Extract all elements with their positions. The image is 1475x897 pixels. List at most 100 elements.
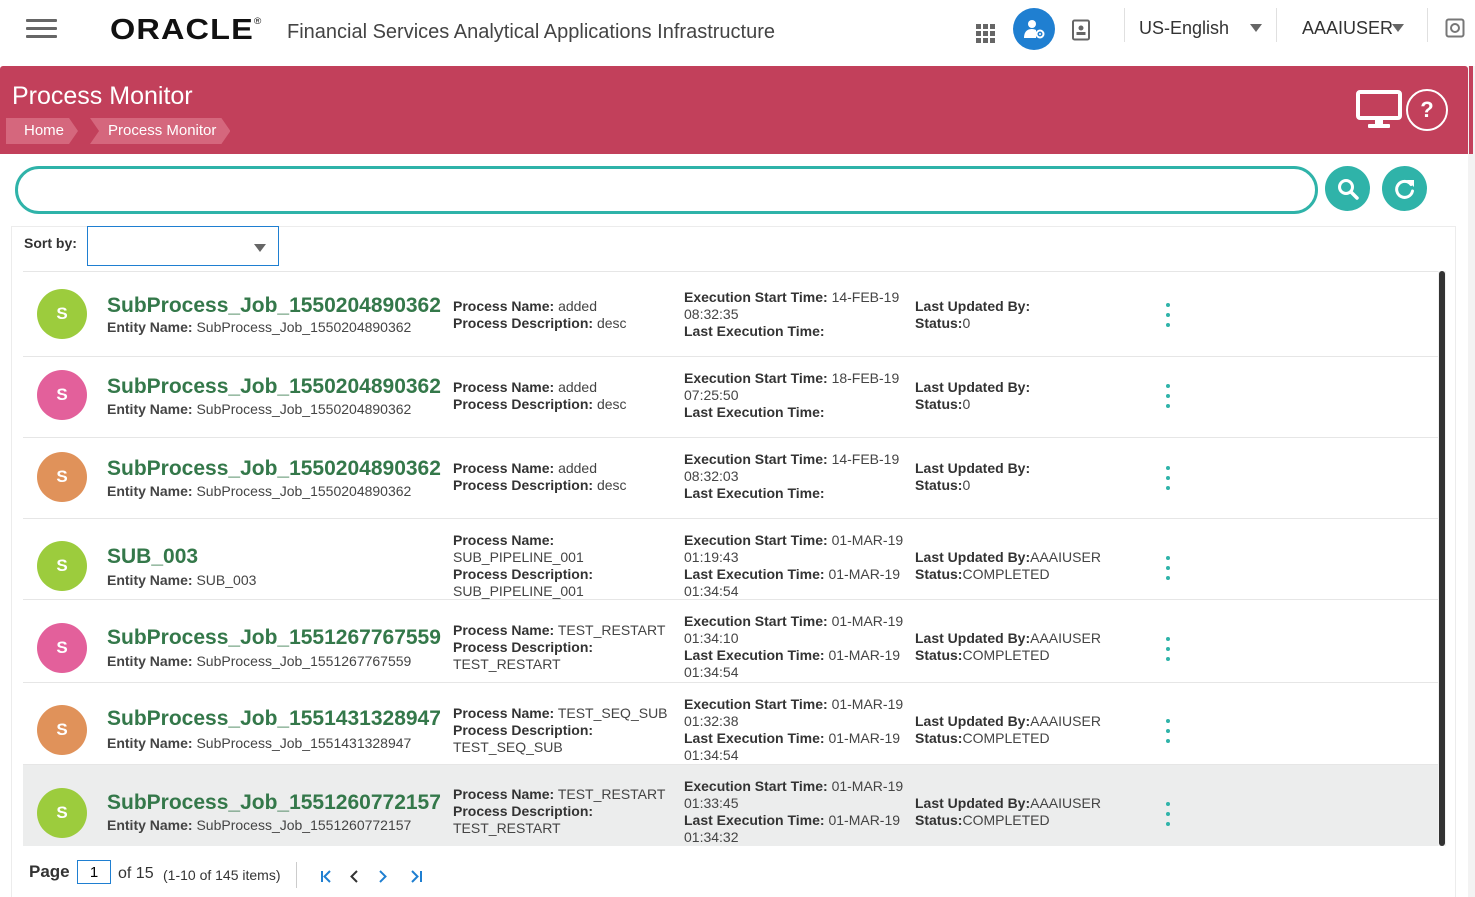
list-item[interactable]: S SubProcess_Job_1550204890362 Entity Na… bbox=[23, 357, 1439, 438]
entity-value: SubProcess_Job_1551431328947 bbox=[196, 735, 412, 751]
language-selector[interactable]: US-English bbox=[1139, 18, 1229, 39]
page-number-input[interactable] bbox=[77, 860, 111, 884]
more-actions-icon[interactable] bbox=[1163, 466, 1173, 490]
breadcrumb: Home Process Monitor bbox=[6, 118, 242, 144]
last-updated-label: Last Updated By: bbox=[915, 795, 1031, 811]
sort-by-select[interactable] bbox=[87, 226, 279, 266]
process-desc-label: Process Description: bbox=[453, 477, 594, 493]
list-item[interactable]: S SUB_003 Entity Name: SUB_003 Process N… bbox=[23, 519, 1439, 600]
process-desc-value: desc bbox=[596, 477, 627, 493]
status-value: 0 bbox=[962, 477, 971, 493]
chevron-down-icon[interactable] bbox=[1392, 24, 1404, 32]
status-label: Status: bbox=[915, 315, 963, 331]
last-exec-label: Last Execution Time: bbox=[684, 485, 825, 501]
chevron-down-icon[interactable] bbox=[1250, 24, 1262, 32]
job-name-link[interactable]: SUB_003 bbox=[107, 545, 198, 569]
entity-value: SubProcess_Job_1550204890362 bbox=[196, 483, 412, 499]
user-settings-icon[interactable] bbox=[1013, 8, 1055, 50]
last-updated-value: AAAIUSER bbox=[1030, 713, 1101, 729]
job-name-link[interactable]: SubProcess_Job_1550204890362 bbox=[107, 294, 441, 318]
job-name-link[interactable]: SubProcess_Job_1551260772157 bbox=[107, 791, 441, 815]
list-item[interactable]: S SubProcess_Job_1550204890362 Entity Na… bbox=[23, 438, 1439, 519]
last-updated-value: AAAIUSER bbox=[1030, 549, 1101, 565]
status-label: Status: bbox=[915, 647, 963, 663]
exec-start-label: Execution Start Time: bbox=[684, 532, 828, 548]
page-scrollbar[interactable] bbox=[1468, 66, 1475, 897]
item-count: (1-10 of 145 items) bbox=[163, 867, 281, 883]
user-menu[interactable]: AAAIUSER bbox=[1302, 18, 1393, 39]
list-scrollbar[interactable] bbox=[1438, 271, 1446, 846]
more-actions-icon[interactable] bbox=[1163, 556, 1173, 580]
list-item[interactable]: S SubProcess_Job_1551431328947 Entity Na… bbox=[23, 683, 1439, 765]
previous-page-icon[interactable] bbox=[346, 866, 364, 886]
process-desc-value: TEST_SEQ_SUB bbox=[453, 739, 563, 755]
entity-label: Entity Name: bbox=[107, 653, 193, 669]
last-updated-label: Last Updated By: bbox=[915, 630, 1031, 646]
chevron-down-icon bbox=[254, 244, 266, 252]
header-divider bbox=[1124, 8, 1125, 42]
page-title: Process Monitor bbox=[12, 82, 193, 110]
list-item[interactable]: S SubProcess_Job_1551267767559 Entity Na… bbox=[23, 600, 1439, 683]
logo-text: ORACLE bbox=[110, 14, 254, 46]
process-desc-value: desc bbox=[596, 396, 627, 412]
process-desc-label: Process Description: bbox=[453, 639, 594, 655]
entity-value: SubProcess_Job_1550204890362 bbox=[196, 319, 412, 335]
more-actions-icon[interactable] bbox=[1163, 303, 1173, 327]
status-label: Status: bbox=[915, 812, 963, 828]
apps-grid-icon[interactable] bbox=[972, 20, 998, 46]
entity-value: SubProcess_Job_1550204890362 bbox=[196, 401, 412, 417]
list-item[interactable]: S SubProcess_Job_1551260772157 Entity Na… bbox=[23, 765, 1439, 846]
first-page-icon[interactable] bbox=[318, 866, 336, 886]
top-header: ORACLE® Financial Services Analytical Ap… bbox=[0, 0, 1475, 66]
process-name-value: TEST_SEQ_SUB bbox=[557, 705, 668, 721]
job-name-link[interactable]: SubProcess_Job_1550204890362 bbox=[107, 457, 441, 481]
contact-book-icon[interactable] bbox=[1068, 17, 1094, 43]
next-page-icon[interactable] bbox=[375, 866, 393, 886]
app-title: Financial Services Analytical Applicatio… bbox=[287, 21, 776, 43]
page-banner: Process Monitor Home Process Monitor ? bbox=[0, 66, 1468, 154]
header-divider bbox=[1276, 8, 1277, 42]
status-value: 0 bbox=[962, 396, 971, 412]
search-input[interactable] bbox=[15, 166, 1318, 214]
more-actions-icon[interactable] bbox=[1163, 384, 1173, 408]
status-label: Status: bbox=[915, 396, 963, 412]
more-actions-icon[interactable] bbox=[1163, 637, 1173, 661]
entity-value: SUB_003 bbox=[196, 572, 257, 588]
pager-divider bbox=[296, 862, 297, 888]
process-desc-value: SUB_PIPELINE_001 bbox=[453, 583, 584, 599]
process-name-value: SUB_PIPELINE_001 bbox=[453, 549, 584, 565]
process-name-label: Process Name: bbox=[453, 786, 555, 802]
breadcrumb-home[interactable]: Home bbox=[6, 118, 78, 144]
process-name-value: added bbox=[558, 298, 597, 314]
last-updated-label: Last Updated By: bbox=[915, 379, 1031, 395]
refresh-button[interactable] bbox=[1382, 166, 1427, 211]
avatar: S bbox=[37, 623, 87, 673]
monitor-icon[interactable] bbox=[1356, 88, 1402, 130]
exec-start-label: Execution Start Time: bbox=[684, 289, 828, 305]
avatar: S bbox=[37, 705, 87, 755]
status-value: COMPLETED bbox=[962, 812, 1050, 828]
last-exec-label: Last Execution Time: bbox=[684, 812, 825, 828]
last-page-icon[interactable] bbox=[408, 866, 426, 886]
menu-icon[interactable] bbox=[26, 19, 57, 39]
more-actions-icon[interactable] bbox=[1163, 719, 1173, 743]
last-updated-label: Last Updated By: bbox=[915, 713, 1031, 729]
more-actions-icon[interactable] bbox=[1163, 802, 1173, 826]
process-name-value: TEST_RESTART bbox=[557, 622, 666, 638]
job-name-link[interactable]: SubProcess_Job_1551431328947 bbox=[107, 707, 441, 731]
session-icon[interactable] bbox=[1444, 17, 1466, 39]
help-icon[interactable]: ? bbox=[1406, 89, 1448, 131]
exec-start-label: Execution Start Time: bbox=[684, 451, 828, 467]
status-value: COMPLETED bbox=[962, 647, 1050, 663]
avatar: S bbox=[37, 452, 87, 502]
list-item[interactable]: S SubProcess_Job_1550204890362 Entity Na… bbox=[23, 272, 1439, 357]
last-updated-value: AAAIUSER bbox=[1030, 795, 1101, 811]
page-count: of 15 bbox=[118, 865, 154, 882]
process-name-label: Process Name: bbox=[453, 705, 555, 721]
breadcrumb-process-monitor[interactable]: Process Monitor bbox=[90, 118, 230, 144]
job-name-link[interactable]: SubProcess_Job_1551267767559 bbox=[107, 626, 441, 650]
process-name-label: Process Name: bbox=[453, 532, 555, 548]
search-button[interactable] bbox=[1325, 166, 1370, 211]
status-label: Status: bbox=[915, 566, 963, 582]
job-name-link[interactable]: SubProcess_Job_1550204890362 bbox=[107, 375, 441, 399]
